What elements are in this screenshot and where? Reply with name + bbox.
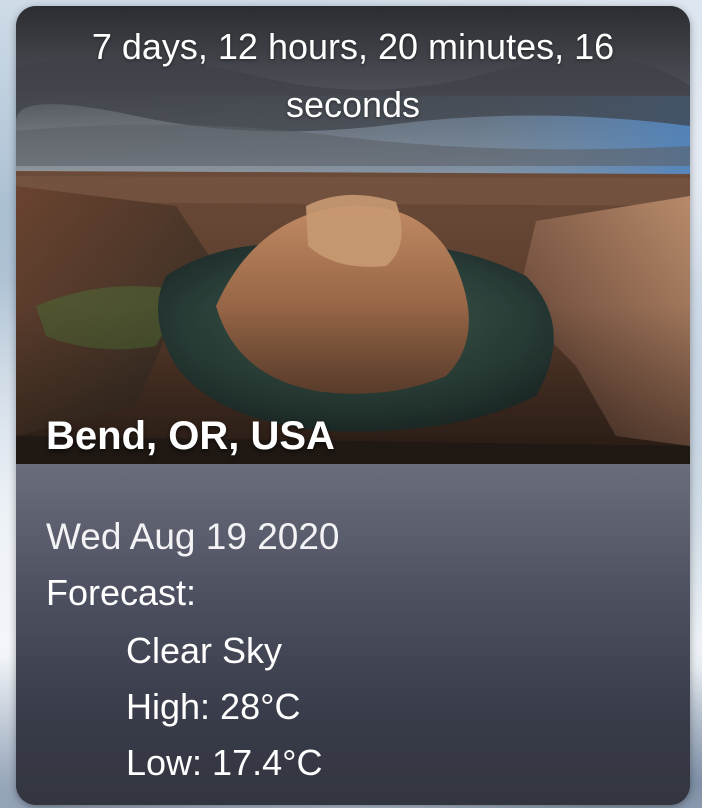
location-title: Bend, OR, USA bbox=[46, 414, 335, 458]
destination-card: 7 days, 12 hours, 20 minutes, 16 seconds… bbox=[16, 6, 690, 805]
countdown-timer: 7 days, 12 hours, 20 minutes, 16 seconds bbox=[91, 26, 615, 125]
trip-date: Wed Aug 19 2020 bbox=[46, 516, 340, 557]
forecast-low-temp: Low: 17.4°C bbox=[126, 742, 323, 783]
forecast-high-temp: High: 28°C bbox=[126, 686, 301, 727]
weather-info-panel: Wed Aug 19 2020 Forecast: Clear Sky High… bbox=[16, 464, 690, 805]
forecast-condition: Clear Sky bbox=[126, 630, 283, 671]
forecast-label: Forecast: bbox=[46, 572, 197, 613]
destination-photo: 7 days, 12 hours, 20 minutes, 16 seconds… bbox=[16, 6, 690, 464]
